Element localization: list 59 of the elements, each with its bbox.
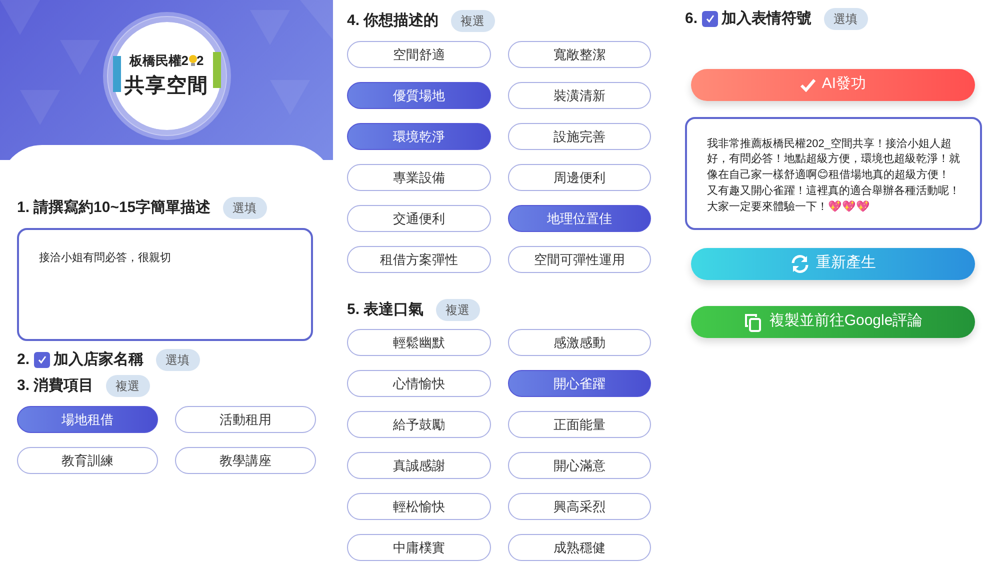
- option-chip[interactable]: 教學講座: [175, 446, 316, 474]
- option-chip[interactable]: 興高采烈: [508, 493, 651, 520]
- hint-badge: 選填: [222, 197, 267, 220]
- section-number: 6.: [685, 9, 698, 29]
- option-chip[interactable]: 中庸樸實: [347, 534, 490, 561]
- option-chip[interactable]: 心情愉快: [347, 370, 490, 397]
- check-icon: [800, 78, 816, 92]
- option-chip[interactable]: 開心雀躍: [508, 370, 651, 397]
- checkbox[interactable]: [702, 11, 718, 28]
- option-chip[interactable]: 感激感動: [508, 329, 651, 356]
- section-number: 3.: [17, 376, 30, 396]
- bulb-icon: [188, 55, 196, 67]
- check-icon: [704, 14, 715, 24]
- option-chip[interactable]: 教育訓練: [17, 446, 158, 474]
- option-chip[interactable]: 正面能量: [508, 411, 651, 438]
- refresh-icon: [790, 254, 810, 274]
- hint-badge: 複選: [106, 375, 150, 398]
- section-title: 消費項目: [34, 376, 94, 396]
- option-chip[interactable]: 活動租用: [175, 406, 316, 432]
- option-chip[interactable]: 寬敞整潔: [508, 40, 651, 68]
- copy-icon: [743, 312, 764, 332]
- option-chip[interactable]: 開心滿意: [508, 452, 651, 479]
- section-title: 請撰寫約10~15字簡單描述: [34, 198, 211, 218]
- logo-text: 2: [196, 52, 204, 70]
- logo-text: 板橋民權2: [129, 52, 188, 70]
- section-title: 表達口氣: [364, 300, 424, 320]
- hint-badge: 選填: [824, 8, 868, 30]
- option-chip[interactable]: 真誠感謝: [347, 452, 490, 479]
- option-chip[interactable]: 給予鼓勵: [347, 411, 490, 438]
- option-chip[interactable]: 空間可彈性運用: [508, 246, 651, 272]
- option-chip[interactable]: 地理位置佳: [508, 204, 651, 232]
- section-number: 5.: [347, 300, 360, 320]
- checkbox[interactable]: [34, 352, 50, 368]
- result-text: 我非常推薦板橋民權202_空間共享！接洽小姐人超好，有問必答！地點超級方便，環境也超級乾淨！就像在自己家一樣舒適啊😊租借場地真的超級方便！又有趣又開心雀躍！這裡真的適合舉辦各種活動呢！大家一定要來體驗一下！💖💖💖: [685, 116, 982, 230]
- hint-badge: 複選: [450, 10, 495, 32]
- option-chip[interactable]: 裝潢清新: [508, 82, 651, 108]
- section-title: 加入表情符號: [722, 9, 812, 29]
- option-chip[interactable]: 專業設備: [347, 164, 490, 190]
- option-chip[interactable]: 輕松愉快: [347, 493, 490, 520]
- option-chip[interactable]: 租借方案彈性: [347, 246, 490, 272]
- option-chip[interactable]: 周邊便利: [508, 164, 651, 190]
- logo-title: 共享空間: [124, 74, 208, 99]
- description-field[interactable]: 接洽小姐有問必答，很親切: [17, 228, 313, 340]
- option-chip[interactable]: 場地租借: [17, 406, 158, 432]
- hint-badge: 選填: [156, 348, 200, 371]
- section-number: 2.: [17, 350, 30, 370]
- hint-badge: 複選: [436, 298, 480, 321]
- check-icon: [36, 354, 47, 365]
- option-chip[interactable]: 成熟穩健: [508, 534, 651, 561]
- option-chip[interactable]: 設施完善: [508, 122, 651, 150]
- option-chip[interactable]: 輕鬆幽默: [347, 329, 490, 356]
- section-number: 4.: [347, 11, 360, 31]
- section-title: 加入店家名稱: [54, 350, 144, 370]
- section-number: 1.: [17, 198, 30, 218]
- option-chip[interactable]: 環境乾淨: [347, 122, 490, 150]
- section-title: 你想描述的: [364, 11, 439, 31]
- option-chip[interactable]: 交通便利: [347, 204, 490, 232]
- option-chip[interactable]: 優質場地: [347, 82, 490, 108]
- option-chip[interactable]: 空間舒適: [347, 40, 490, 68]
